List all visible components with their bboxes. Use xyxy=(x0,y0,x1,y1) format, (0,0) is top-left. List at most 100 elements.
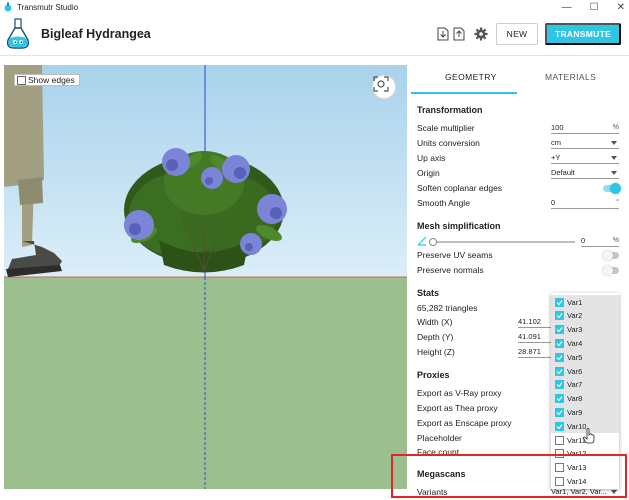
variant-label: Var5 xyxy=(567,352,583,362)
soften-edges-toggle[interactable] xyxy=(603,183,621,194)
show-edges-label: Show edges xyxy=(28,75,75,85)
project-name: Bigleaf Hydrangea xyxy=(41,27,151,41)
export-file-icon[interactable] xyxy=(453,27,465,41)
origin-select[interactable]: Default xyxy=(551,168,619,179)
smooth-angle-label: Smooth Angle xyxy=(417,198,470,208)
variant-checkbox[interactable] xyxy=(555,380,564,390)
units-select[interactable]: cm xyxy=(551,138,619,149)
variant-option[interactable]: Var1 xyxy=(551,295,619,309)
up-axis-select[interactable]: +Y xyxy=(551,153,619,164)
tab-geometry[interactable]: GEOMETRY xyxy=(445,72,497,82)
units-label: Units conversion xyxy=(417,138,480,148)
show-edges-checkbox[interactable] xyxy=(17,75,26,85)
scale-input[interactable]: 100 % xyxy=(551,123,619,134)
height-label: Height (Z) xyxy=(417,347,455,357)
gear-icon[interactable] xyxy=(474,27,488,41)
variant-label: Var8 xyxy=(567,394,583,404)
variant-label: Var7 xyxy=(567,380,583,390)
3d-viewport[interactable]: Show edges xyxy=(4,65,407,489)
variant-label: Var4 xyxy=(567,338,583,348)
highlight-annotation xyxy=(391,454,627,498)
scale-unit: % xyxy=(612,124,619,131)
hand-cursor-icon xyxy=(583,428,595,444)
variant-label: Var9 xyxy=(567,407,583,417)
flask-logo-icon xyxy=(6,18,30,49)
stats-heading: Stats xyxy=(417,288,440,298)
simplification-unit: % xyxy=(612,237,619,244)
show-edges-toggle[interactable]: Show edges xyxy=(14,74,80,86)
scale-label: Scale multiplier xyxy=(417,123,475,133)
variant-option[interactable]: Var9 xyxy=(551,405,619,420)
transmute-button[interactable]: TRANSMUTE xyxy=(545,23,621,45)
variant-checkbox[interactable] xyxy=(555,366,564,376)
preserve-normals-label: Preserve normals xyxy=(417,265,484,275)
chevron-down-icon xyxy=(611,156,617,160)
variant-option[interactable]: Var5 xyxy=(551,350,619,365)
tab-materials[interactable]: MATERIALS xyxy=(545,72,596,82)
triangle-count: 65,282 triangles xyxy=(417,303,478,313)
chevron-down-icon xyxy=(611,141,617,145)
width-value: 41.102 xyxy=(518,317,552,328)
minimize-button[interactable]: — xyxy=(562,2,572,13)
reset-view-button[interactable] xyxy=(372,75,396,99)
variant-label: Var6 xyxy=(567,366,583,376)
fit-view-icon xyxy=(373,76,389,92)
maximize-button[interactable]: ☐ xyxy=(590,2,599,13)
depth-label: Depth (Y) xyxy=(417,332,454,342)
variant-option[interactable]: Var8 xyxy=(551,391,619,406)
checkmark-icon xyxy=(556,410,563,416)
up-axis-label: Up axis xyxy=(417,153,446,163)
checkmark-icon xyxy=(556,423,563,430)
variant-checkbox[interactable] xyxy=(555,435,564,445)
preserve-normals-toggle[interactable] xyxy=(602,265,619,276)
close-button[interactable]: ✕ xyxy=(617,2,625,13)
variant-checkbox[interactable] xyxy=(555,352,564,362)
preserve-uv-label: Preserve UV seams xyxy=(417,250,493,260)
variant-checkbox[interactable] xyxy=(555,407,564,417)
variant-option[interactable]: Var7 xyxy=(551,377,619,392)
smooth-angle-unit: ° xyxy=(616,199,619,206)
variant-checkbox[interactable] xyxy=(555,297,564,307)
viewport-scene xyxy=(4,65,407,489)
window-title: Transmutr Studio xyxy=(17,2,79,12)
variant-checkbox[interactable] xyxy=(555,394,564,404)
smooth-angle-input[interactable]: 0 ° xyxy=(551,198,619,209)
window-title-bar: Transmutr Studio — ☐ ✕ xyxy=(0,0,629,14)
new-button[interactable]: NEW xyxy=(496,23,538,45)
simplification-input[interactable]: 0 % xyxy=(581,236,619,247)
transformation-heading: Transformation xyxy=(417,105,483,115)
active-tab-indicator xyxy=(411,92,517,94)
variant-checkbox[interactable] xyxy=(555,311,564,321)
preserve-uv-toggle[interactable] xyxy=(602,250,619,261)
checkmark-icon xyxy=(556,299,563,305)
soften-edges-label: Soften coplanar edges xyxy=(417,183,503,193)
variant-label: Var1 xyxy=(567,297,583,307)
origin-label: Origin xyxy=(417,168,440,178)
variant-checkbox[interactable] xyxy=(555,421,564,431)
proxies-heading: Proxies xyxy=(417,370,450,380)
variant-checkbox[interactable] xyxy=(555,325,564,335)
variant-checkbox[interactable] xyxy=(555,338,564,348)
variant-option[interactable]: Var3 xyxy=(551,322,619,337)
variant-option[interactable]: Var6 xyxy=(551,364,619,378)
simplification-slider-track[interactable] xyxy=(431,241,575,243)
variant-label: Var3 xyxy=(567,325,583,335)
variant-option[interactable]: Var2 xyxy=(551,308,619,323)
variant-option[interactable]: Var4 xyxy=(551,336,619,351)
variant-label: Var2 xyxy=(567,311,583,321)
checkmark-icon xyxy=(556,341,563,347)
mesh-simplification-heading: Mesh simplification xyxy=(417,221,501,231)
enscape-proxy-label: Export as Enscape proxy xyxy=(417,418,512,428)
checkmark-icon xyxy=(556,313,563,319)
chevron-down-icon xyxy=(611,171,617,175)
height-value: 28.871 xyxy=(518,347,552,358)
import-file-icon[interactable] xyxy=(437,27,449,41)
placeholder-label: Placeholder xyxy=(417,433,462,443)
app-icon xyxy=(4,2,12,12)
simplification-slider-handle[interactable] xyxy=(429,238,437,246)
checkmark-icon xyxy=(556,327,563,333)
simplify-mesh-icon xyxy=(417,236,427,246)
depth-value: 41.091 xyxy=(518,332,552,343)
thea-proxy-label: Export as Thea proxy xyxy=(417,403,498,413)
app-header: Bigleaf Hydrangea NEW TRANSMUTE xyxy=(0,14,629,56)
